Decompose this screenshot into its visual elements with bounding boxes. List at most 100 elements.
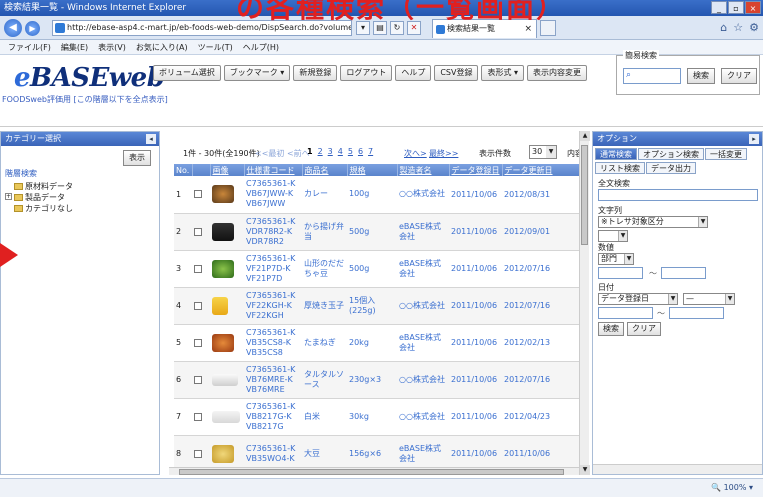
page-link-6[interactable]: 6: [358, 147, 363, 156]
row-code[interactable]: C7365361-K VB76MRE-K VB76MRE: [244, 361, 302, 399]
product-thumbnail[interactable]: [212, 333, 234, 352]
tab-data-output[interactable]: データ出力: [646, 162, 696, 174]
maximize-button[interactable]: ▫: [728, 1, 744, 14]
menu-edit[interactable]: 編集(E): [61, 40, 88, 54]
table-format-button[interactable]: 表形式 ▾: [481, 65, 525, 81]
forward-icon[interactable]: ▶: [25, 21, 40, 36]
string-op-select[interactable]: ▼: [598, 230, 628, 242]
row-name[interactable]: 山形のだだちゃ豆: [302, 250, 347, 288]
col-created[interactable]: データ登録日: [449, 164, 503, 176]
show-button[interactable]: 表示: [123, 150, 151, 166]
date-to-input[interactable]: [669, 307, 724, 319]
row-checkbox[interactable]: [194, 227, 202, 236]
row-name[interactable]: タルタルソース: [302, 361, 347, 399]
results-horizontal-scrollbar[interactable]: [169, 467, 579, 475]
date-from-input[interactable]: [598, 307, 653, 319]
option-search-button[interactable]: 検索: [598, 322, 624, 336]
options-horizontal-scrollbar[interactable]: [593, 464, 762, 474]
expand-icon[interactable]: +: [5, 193, 12, 200]
date-field-select[interactable]: データ登録日 ▼: [598, 293, 678, 305]
tree-root[interactable]: 階層検索: [5, 168, 73, 179]
change-display-button[interactable]: 表示内容変更: [527, 65, 588, 81]
minimize-button[interactable]: _: [711, 1, 727, 14]
page-link-4[interactable]: 4: [338, 147, 343, 156]
number-from-input[interactable]: [598, 267, 643, 279]
csv-register-button[interactable]: CSV登録: [434, 65, 479, 81]
page-link-5[interactable]: 5: [348, 147, 353, 156]
row-checkbox[interactable]: [194, 412, 202, 421]
row-code[interactable]: C7365361-K VB35CS8-K VB35CS8: [244, 324, 302, 362]
tree-node-uncategorized[interactable]: カテゴリなし: [5, 203, 73, 214]
option-clear-button[interactable]: クリア: [627, 322, 661, 336]
row-checkbox[interactable]: [194, 301, 202, 310]
product-thumbnail[interactable]: [212, 444, 234, 463]
row-name[interactable]: から揚げ弁当: [302, 213, 347, 251]
fulltext-input[interactable]: [598, 189, 758, 201]
row-name[interactable]: 厚焼き玉子: [302, 287, 347, 325]
col-name[interactable]: 商品名: [302, 164, 348, 176]
home-icon[interactable]: ⌂: [720, 21, 727, 34]
quick-search-button[interactable]: 検索: [687, 68, 715, 84]
volume-select-button[interactable]: ボリューム選択: [153, 65, 221, 81]
menu-favorites[interactable]: お気に入り(A): [136, 40, 188, 54]
help-button[interactable]: ヘルプ: [395, 65, 432, 81]
row-name[interactable]: 白米: [302, 398, 347, 436]
string-field-select[interactable]: ※トレサ対象区分 ▼: [598, 216, 708, 228]
last-page-link[interactable]: 最終>>: [429, 148, 458, 159]
number-field-select[interactable]: 部門 ▼: [598, 253, 634, 265]
row-name[interactable]: たまねぎ: [302, 324, 347, 362]
hscroll-thumb[interactable]: [179, 469, 564, 475]
scroll-thumb[interactable]: [581, 145, 588, 245]
row-code[interactable]: C7365361-K VF21P7D-K VF21P7D: [244, 250, 302, 288]
number-to-input[interactable]: [661, 267, 706, 279]
col-code[interactable]: 仕様書コード: [244, 164, 303, 176]
row-checkbox[interactable]: [194, 375, 202, 384]
logout-button[interactable]: ログアウト: [340, 65, 393, 81]
row-code[interactable]: C7365361-K VF22KGH-K VF22KGH: [244, 287, 302, 325]
col-updated[interactable]: データ更新日: [502, 164, 582, 176]
menu-help[interactable]: ヘルプ(H): [243, 40, 279, 54]
bookmark-button[interactable]: ブックマーク ▾: [223, 65, 291, 81]
product-thumbnail[interactable]: [212, 410, 240, 423]
tab-normal-search[interactable]: 通常検索: [595, 148, 637, 160]
close-window-button[interactable]: ×: [745, 1, 761, 14]
quick-clear-button[interactable]: クリア: [721, 68, 757, 84]
row-code[interactable]: C7365361-K VB8217G-K VB8217G: [244, 398, 302, 436]
row-code[interactable]: C7365361-K VB67JWW-K VB67JWW: [244, 176, 302, 214]
col-maker[interactable]: 製造者名: [397, 164, 450, 176]
back-icon[interactable]: ◀: [4, 19, 22, 37]
page-link-2[interactable]: 2: [318, 147, 323, 156]
menu-file[interactable]: ファイル(F): [8, 40, 51, 54]
next-page-link[interactable]: 次へ>: [404, 148, 427, 159]
results-vertical-scrollbar[interactable]: ▲ ▼: [579, 131, 590, 475]
new-register-button[interactable]: 新規登録: [293, 65, 338, 81]
row-checkbox[interactable]: [194, 264, 202, 273]
product-thumbnail[interactable]: [212, 296, 228, 315]
product-thumbnail[interactable]: [212, 185, 234, 204]
tab-bulk-change[interactable]: 一括変更: [705, 148, 747, 160]
page-size-select[interactable]: 30 ▼: [529, 145, 557, 159]
scroll-up-icon[interactable]: ▲: [580, 131, 590, 141]
product-thumbnail[interactable]: [212, 373, 238, 386]
scroll-down-icon[interactable]: ▼: [580, 465, 590, 475]
tree-node-products[interactable]: + 製品データ: [5, 192, 73, 203]
gear-icon[interactable]: ⚙: [749, 21, 759, 34]
row-checkbox[interactable]: [194, 190, 202, 199]
collapse-icon[interactable]: ◂: [146, 134, 156, 144]
product-thumbnail[interactable]: [212, 222, 234, 241]
page-link-7[interactable]: 7: [368, 147, 373, 156]
product-thumbnail[interactable]: [212, 259, 234, 278]
quick-search-input[interactable]: ⌕: [623, 68, 681, 84]
menu-view[interactable]: 表示(V): [98, 40, 126, 54]
tree-node-raw-materials[interactable]: 原材料データ: [5, 181, 73, 192]
row-name[interactable]: カレー: [302, 176, 347, 214]
date-op-select[interactable]: — ▼: [683, 293, 735, 305]
favorites-icon[interactable]: ☆: [733, 21, 743, 34]
expand-panel-icon[interactable]: ▸: [749, 134, 759, 144]
row-code[interactable]: C7365361-K VDR78R2-K VDR78R2: [244, 213, 302, 251]
row-checkbox[interactable]: [194, 449, 202, 458]
menu-tools[interactable]: ツール(T): [198, 40, 233, 54]
page-link-3[interactable]: 3: [328, 147, 333, 156]
page-subtitle[interactable]: FOODSweb評価用 [この階層以下を全点表示]: [2, 94, 168, 105]
tab-list-search[interactable]: リスト検索: [595, 162, 645, 174]
